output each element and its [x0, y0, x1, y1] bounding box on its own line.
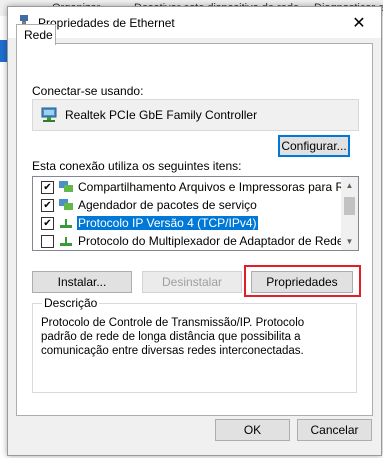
network-card-icon: [41, 107, 57, 122]
install-button[interactable]: Instalar...: [32, 271, 132, 293]
list-item-selected[interactable]: ✔ Protocolo IP Versão 4 (TCP/IPv4): [33, 214, 346, 232]
uninstall-button[interactable]: Desinstalar: [142, 271, 242, 293]
connect-using-label: Conectar-se usando:: [32, 84, 144, 98]
scroll-down-icon[interactable]: ▼: [341, 233, 358, 250]
list-item[interactable]: ✔ Compartilhamento Arquivos e Impressora…: [33, 178, 358, 196]
adapter-name: Realtek PCIe GbE Family Controller: [65, 108, 258, 122]
title-bar: Propriedades de Ethernet ✕: [8, 7, 381, 38]
description-group: Descrição Protocolo de Controle de Trans…: [32, 296, 357, 393]
items-label: Esta conexão utiliza os seguintes itens:: [32, 159, 242, 173]
scroll-up-icon[interactable]: ▲: [341, 177, 358, 194]
close-icon: ✕: [352, 14, 366, 32]
protocol-icon: [60, 219, 72, 228]
list-item[interactable]: ✔ Agendador de pacotes de serviço: [33, 196, 346, 214]
adapter-display: Realtek PCIe GbE Family Controller: [32, 99, 359, 131]
close-button[interactable]: ✕: [337, 7, 381, 38]
list-scrollbar[interactable]: ▲ ▼: [341, 177, 358, 250]
configure-button-label: Configurar...: [281, 139, 347, 153]
description-label: Descrição: [42, 296, 100, 310]
network-service-icon: [59, 199, 73, 210]
tab-rede[interactable]: Rede: [16, 24, 56, 45]
item-label: Compartilhamento Arquivos e Impressoras …: [78, 180, 359, 194]
cancel-button[interactable]: Cancelar: [297, 419, 372, 441]
dialog-title: Propriedades de Ethernet: [38, 16, 175, 30]
item-checkbox[interactable]: ✔: [41, 217, 54, 230]
ethernet-properties-dialog: Propriedades de Ethernet ✕ Rede Conectar…: [7, 6, 382, 456]
description-text: Protocolo de Controle de Transmissão/IP.…: [41, 317, 305, 357]
item-checkbox[interactable]: ✔: [41, 181, 54, 194]
item-checkbox[interactable]: [41, 235, 54, 248]
item-label: Protocolo do Multiplexador de Adaptador …: [78, 234, 359, 248]
item-checkbox[interactable]: ✔: [41, 199, 54, 212]
tab-label: Rede: [24, 28, 53, 42]
cancel-button-label: Cancelar: [310, 423, 359, 437]
scrollbar-thumb[interactable]: [344, 197, 355, 215]
network-service-icon: [59, 181, 73, 192]
uninstall-button-label: Desinstalar: [161, 275, 223, 289]
configure-button[interactable]: Configurar...: [278, 135, 350, 157]
protocol-icon: [60, 237, 72, 246]
item-label: Agendador de pacotes de serviço: [78, 198, 257, 212]
install-button-label: Instalar...: [57, 275, 107, 289]
list-item[interactable]: Protocolo do Multiplexador de Adaptador …: [33, 232, 358, 250]
item-label: Protocolo IP Versão 4 (TCP/IPv4): [77, 216, 258, 230]
ok-button[interactable]: OK: [215, 419, 290, 441]
components-list[interactable]: ✔ Compartilhamento Arquivos e Impressora…: [32, 176, 359, 251]
ok-button-label: OK: [243, 423, 262, 437]
highlight-annotation: [244, 265, 361, 297]
